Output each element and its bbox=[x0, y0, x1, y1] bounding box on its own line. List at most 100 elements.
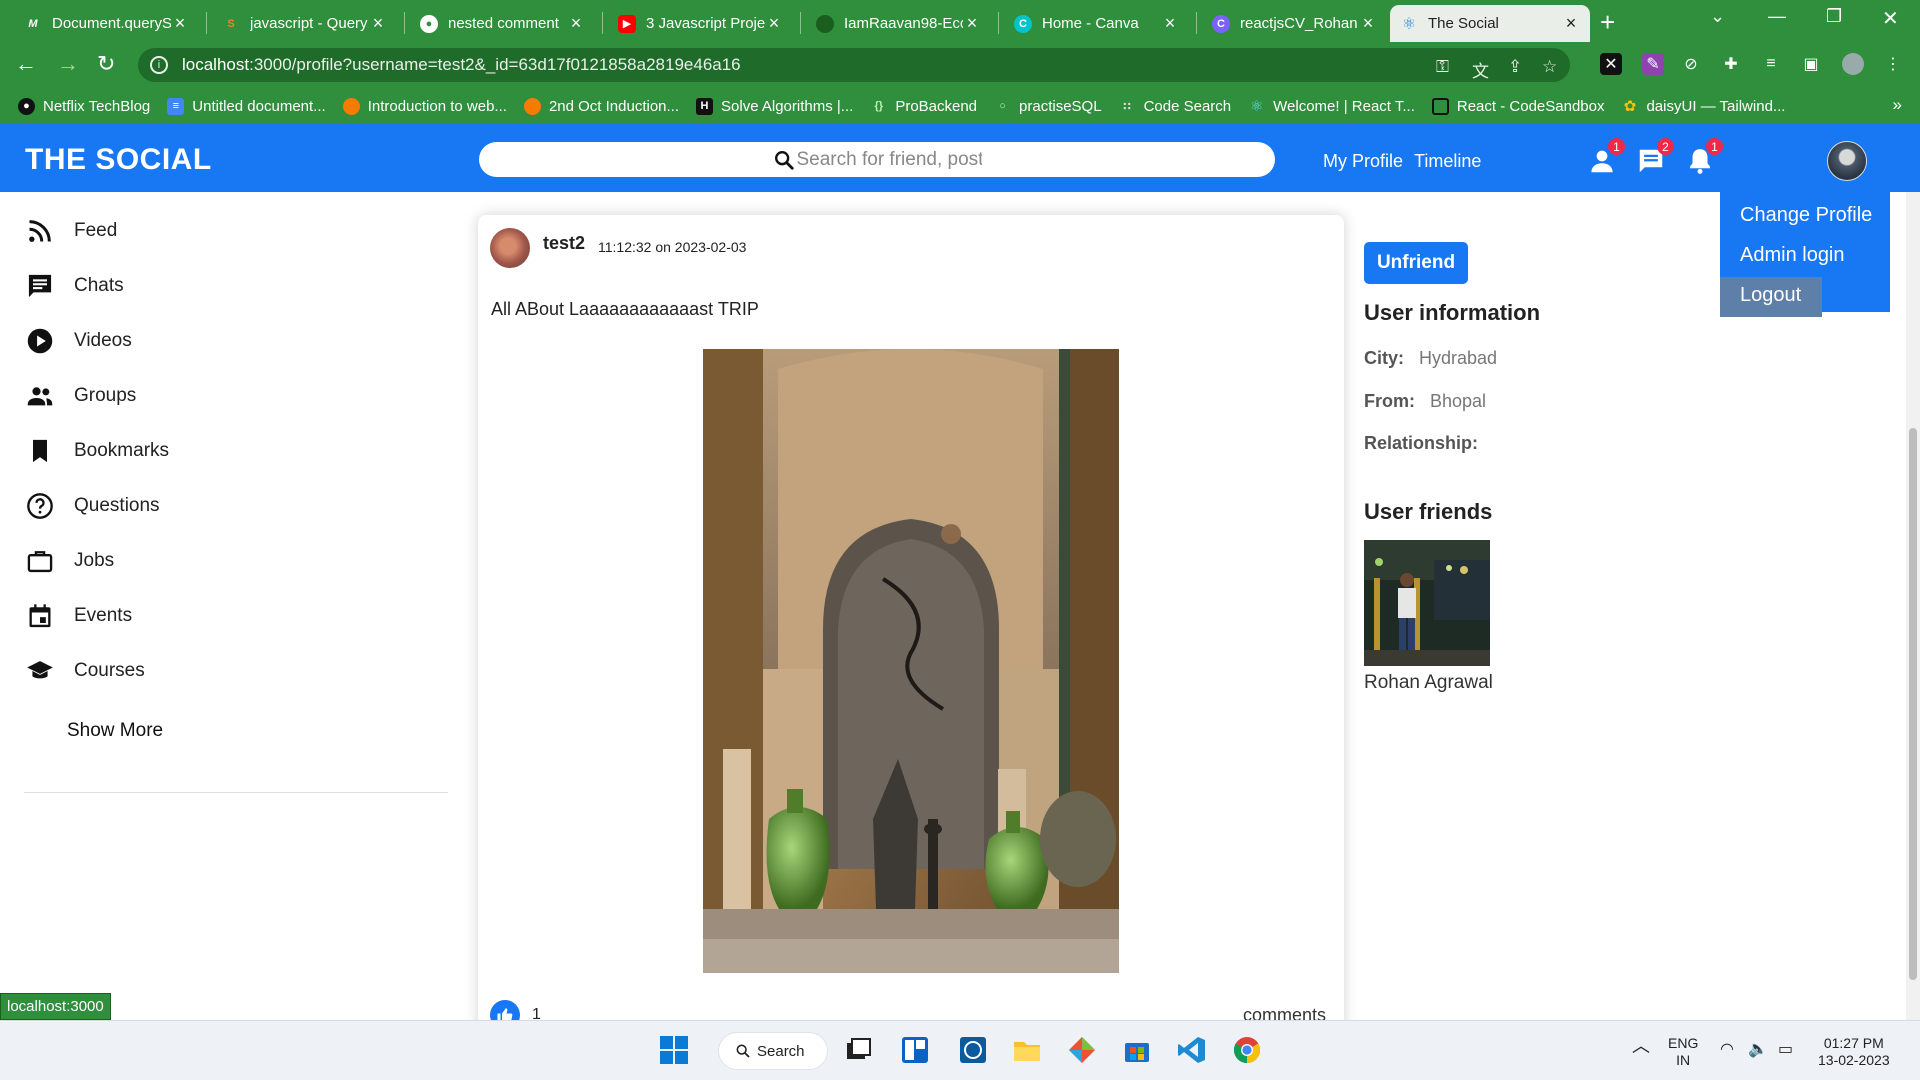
git-icon[interactable] bbox=[1066, 1034, 1098, 1066]
sidebar-item-events[interactable]: Events bbox=[26, 602, 132, 630]
taskbar-search[interactable]: Search bbox=[718, 1032, 828, 1070]
close-icon[interactable]: × bbox=[567, 13, 585, 34]
app-logo[interactable]: THE SOCIAL bbox=[25, 143, 212, 177]
bookmark-item[interactable]: React - CodeSandbox bbox=[1431, 97, 1604, 115]
battery-icon[interactable]: ▭ bbox=[1778, 1041, 1793, 1058]
post-author-avatar[interactable] bbox=[490, 228, 530, 268]
menu-kebab-icon[interactable]: ⋮ bbox=[1882, 53, 1904, 75]
new-tab-button[interactable]: + bbox=[1600, 7, 1615, 38]
admin-login-menu-item[interactable]: Admin login bbox=[1720, 237, 1890, 277]
profile-avatar-icon[interactable] bbox=[1842, 53, 1864, 75]
browser-tab-active[interactable]: ⚛ The Social × bbox=[1390, 5, 1590, 42]
star-icon[interactable]: ☆ bbox=[1542, 57, 1557, 77]
side-panel-icon[interactable]: ▣ bbox=[1800, 53, 1822, 75]
file-explorer-icon[interactable] bbox=[1011, 1034, 1043, 1066]
close-icon[interactable]: × bbox=[1562, 13, 1580, 34]
sidebar-item-groups[interactable]: Groups bbox=[26, 382, 136, 410]
search-bar[interactable] bbox=[479, 142, 1275, 177]
share-icon[interactable]: ⇪ bbox=[1508, 57, 1522, 77]
friend-requests-button[interactable]: 1 bbox=[1587, 138, 1625, 176]
messages-button[interactable]: 2 bbox=[1636, 138, 1674, 176]
widgets-icon[interactable] bbox=[899, 1034, 931, 1066]
minimize-icon[interactable]: — bbox=[1768, 6, 1786, 27]
friend-name[interactable]: Rohan Agrawal bbox=[1364, 672, 1493, 694]
window-close-icon[interactable]: ✕ bbox=[1882, 6, 1899, 31]
bookmark-item[interactable]: ⚛ Welcome! | React T... bbox=[1248, 98, 1415, 116]
bookmark-item[interactable]: ∷ Code Search bbox=[1119, 98, 1231, 115]
compass-icon[interactable]: ⊘ bbox=[1680, 53, 1702, 75]
translate-icon[interactable]: 文 bbox=[1472, 57, 1489, 82]
search-input[interactable] bbox=[796, 148, 982, 171]
wifi-icon[interactable]: ◠ bbox=[1720, 1041, 1734, 1058]
sidebar-item-chats[interactable]: Chats bbox=[26, 272, 124, 300]
media-icon[interactable]: ≡ bbox=[1760, 53, 1782, 75]
notifications-button[interactable]: 1 bbox=[1685, 138, 1723, 176]
browser-tab[interactable]: S javascript - Query × bbox=[212, 5, 397, 42]
post-image[interactable] bbox=[703, 349, 1119, 973]
tray-chevron-up-icon[interactable]: ︿ bbox=[1632, 1037, 1650, 1055]
show-more-button[interactable]: Show More bbox=[67, 720, 163, 742]
bookmark-item[interactable]: ● Netflix TechBlog bbox=[18, 97, 150, 115]
forward-icon[interactable]: → bbox=[57, 51, 79, 77]
back-icon[interactable]: ← bbox=[15, 51, 37, 77]
bookmark-item[interactable]: ✿ daisyUI — Tailwind... bbox=[1621, 98, 1786, 116]
extension-icon[interactable]: ✎ bbox=[1642, 53, 1664, 75]
task-view-icon[interactable] bbox=[843, 1034, 875, 1066]
sidebar-item-jobs[interactable]: Jobs bbox=[26, 547, 114, 575]
browser-tab[interactable]: C reactjsCV_Rohan × bbox=[1202, 5, 1387, 42]
user-avatar[interactable] bbox=[1827, 141, 1867, 181]
bookmark-label: Introduction to web... bbox=[367, 97, 507, 115]
sidebar-item-feed[interactable]: Feed bbox=[26, 217, 117, 245]
dell-icon[interactable] bbox=[957, 1034, 989, 1066]
timeline-link[interactable]: Timeline bbox=[1414, 151, 1481, 172]
close-icon[interactable]: × bbox=[1359, 13, 1377, 34]
bookmark-item[interactable]: Introduction to web... bbox=[342, 97, 507, 115]
tab-search-chevron-icon[interactable]: ⌄ bbox=[1710, 6, 1725, 27]
close-icon[interactable]: × bbox=[765, 13, 783, 34]
unfriend-button[interactable]: Unfriend bbox=[1364, 242, 1468, 284]
vscode-icon[interactable] bbox=[1176, 1034, 1208, 1066]
language-indicator[interactable]: ENG IN bbox=[1668, 1035, 1698, 1069]
bookmark-item[interactable]: H Solve Algorithms |... bbox=[696, 97, 853, 115]
close-icon[interactable]: × bbox=[1161, 13, 1179, 34]
store-icon[interactable] bbox=[1121, 1034, 1153, 1066]
extension-icon[interactable]: ✕ bbox=[1600, 53, 1622, 75]
clock[interactable]: 01:27 PM 13-02-2023 bbox=[1818, 1035, 1890, 1069]
browser-tab[interactable]: ● nested comment × bbox=[410, 5, 595, 42]
scrollbar-thumb[interactable] bbox=[1909, 428, 1917, 980]
sidebar-item-videos[interactable]: Videos bbox=[26, 327, 132, 355]
logout-menu-item[interactable]: Logout bbox=[1720, 277, 1822, 317]
close-icon[interactable]: × bbox=[369, 13, 387, 34]
change-profile-menu-item[interactable]: Change Profile bbox=[1720, 197, 1890, 237]
bookmarks-bar: ● Netflix TechBlog ≡ Untitled document... … bbox=[0, 88, 1920, 124]
close-icon[interactable]: × bbox=[963, 13, 981, 34]
more-bookmarks-icon[interactable]: » bbox=[1893, 95, 1902, 115]
page-scrollbar[interactable] bbox=[1906, 192, 1920, 1020]
browser-tab[interactable]: IamRaavan98-Ecommerce × bbox=[806, 5, 991, 42]
browser-tab[interactable]: C Home - Canva × bbox=[1004, 5, 1189, 42]
bookmark-item[interactable]: {} ProBackend bbox=[870, 98, 978, 115]
site-info-icon[interactable]: i bbox=[150, 56, 168, 74]
bookmark-item[interactable]: 2nd Oct Induction... bbox=[523, 97, 679, 115]
sidebar-item-bookmarks[interactable]: Bookmarks bbox=[26, 437, 169, 465]
sidebar-item-questions[interactable]: Questions bbox=[26, 492, 160, 520]
sidebar-item-courses[interactable]: Courses bbox=[26, 657, 145, 685]
friend-photo[interactable] bbox=[1364, 540, 1490, 666]
app-header: THE SOCIAL My Profile Timeline 1 2 1 bbox=[0, 124, 1920, 192]
my-profile-link[interactable]: My Profile bbox=[1323, 151, 1403, 172]
restore-icon[interactable]: ❐ bbox=[1826, 6, 1842, 27]
address-bar[interactable]: i localhost:3000/profile?username=test2&… bbox=[138, 48, 1570, 82]
chrome-icon[interactable] bbox=[1231, 1034, 1263, 1066]
key-icon[interactable]: ⚿ bbox=[1436, 57, 1449, 77]
reload-icon[interactable]: ↻ bbox=[97, 51, 115, 77]
post-author-name[interactable]: test2 bbox=[543, 233, 585, 254]
bookmark-item[interactable]: ≡ Untitled document... bbox=[167, 97, 326, 115]
close-icon[interactable]: × bbox=[171, 13, 189, 34]
browser-tab[interactable]: M Document.querySelector × bbox=[14, 5, 199, 42]
volume-icon[interactable]: 🔈 bbox=[1748, 1041, 1768, 1058]
github-icon bbox=[816, 14, 834, 33]
windows-start-icon[interactable] bbox=[658, 1034, 690, 1066]
bookmark-item[interactable]: ○ practiseSQL bbox=[994, 98, 1101, 115]
browser-tab[interactable]: ▶ 3 Javascript Projects × bbox=[608, 5, 793, 42]
puzzle-icon[interactable]: ✚ bbox=[1720, 53, 1742, 75]
